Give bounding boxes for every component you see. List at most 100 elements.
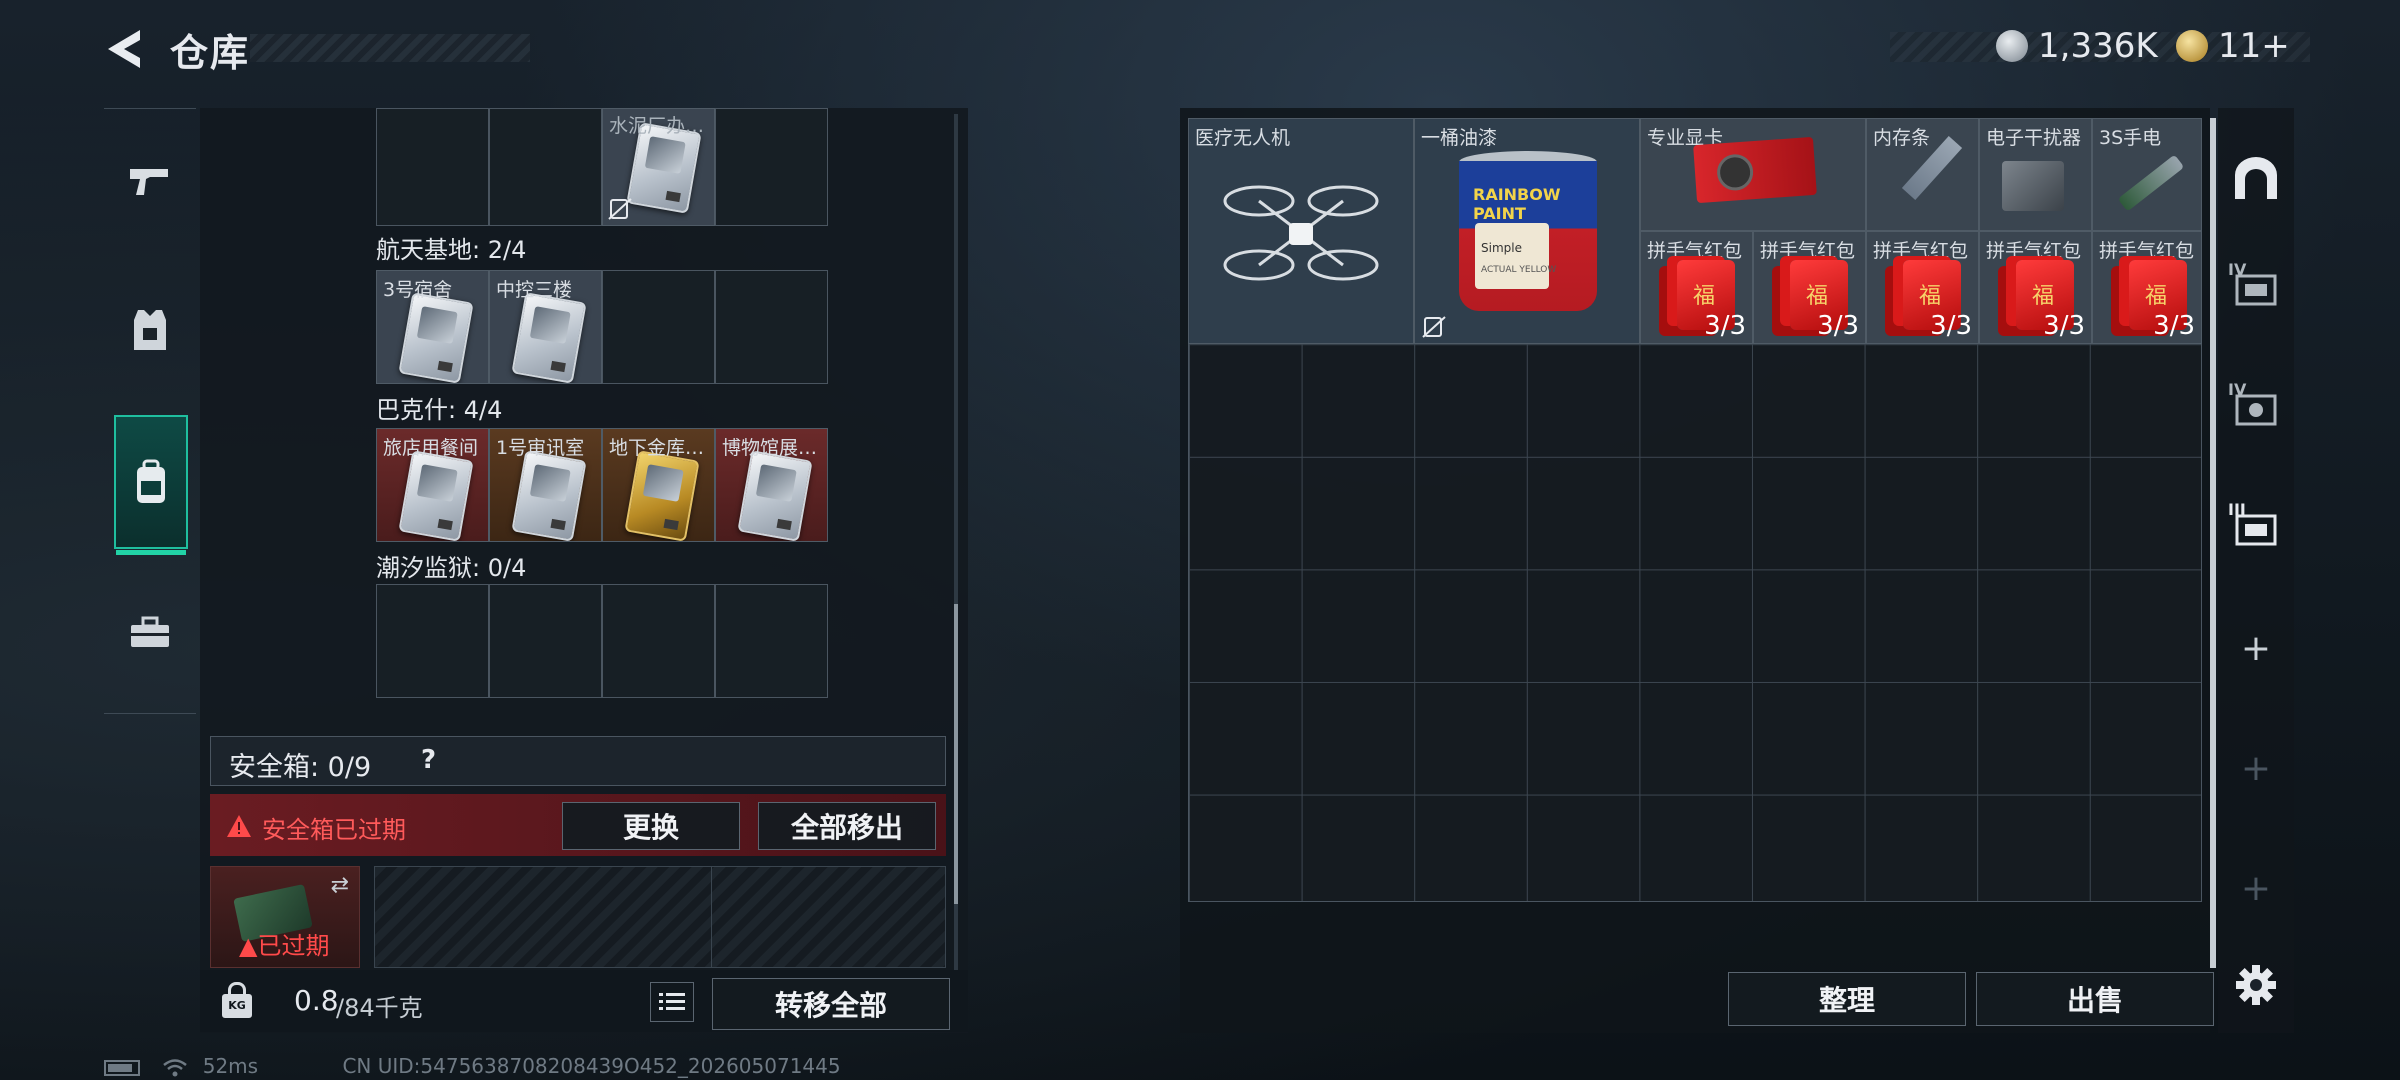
storage-item[interactable]: 拼手气红包 3/3 [1753, 231, 1866, 344]
keycard-slot [715, 584, 828, 698]
weight-max: /84千克 [336, 994, 423, 1022]
move-all-out-button[interactable]: 全部移出 [758, 802, 936, 850]
storage-item-label: 拼手气红包 [1760, 240, 1856, 262]
wifi-icon [163, 1058, 188, 1076]
storage-tab-main[interactable] [2218, 138, 2294, 218]
keycard-section-label: 航天基地: 2/4 [376, 236, 527, 264]
keycard-label: 水泥厂办… [609, 115, 705, 137]
keycard-item[interactable]: 博物馆展… [715, 428, 828, 542]
weight-lock-badge: KG [222, 994, 252, 1018]
add-storage-button[interactable]: + [2218, 618, 2294, 678]
nav-armor[interactable] [114, 265, 186, 395]
keycard-item[interactable]: 1号审讯室 [489, 428, 602, 542]
nav-toolbox[interactable] [114, 567, 186, 697]
toolbox-icon [131, 616, 169, 647]
storage-item[interactable]: 拼手气红包 3/3 [1866, 231, 1979, 344]
sort-button[interactable]: 整理 [1728, 972, 1966, 1026]
keycard-slot [602, 270, 715, 384]
status-bar: 52ms CN UID:5475638708208439O452_2026050… [104, 1054, 841, 1078]
keycard-item[interactable]: 旅店用餐间 [376, 428, 489, 542]
keycard-slot [715, 270, 828, 384]
keycard-label: 旅店用餐间 [383, 437, 479, 459]
safe-box-help-icon[interactable]: ? [421, 745, 436, 775]
keycard-slot [489, 584, 602, 698]
expired-tag-icon: ▲ [239, 932, 258, 960]
keycard-item[interactable]: 中控三楼 [489, 270, 602, 384]
storage-item[interactable]: 医疗无人机 [1188, 118, 1414, 344]
jammer-image [2002, 161, 2064, 211]
safe-box-header: 安全箱: 0/9 ? [210, 736, 946, 786]
storage-item-label: 拼手气红包 [2099, 240, 2195, 262]
keycard-label: 3号宿舍 [383, 279, 453, 301]
keycard-slot [376, 108, 489, 226]
battery-icon [104, 1059, 140, 1076]
gpu-image [1693, 136, 1817, 204]
nav-backpack[interactable] [114, 415, 188, 555]
keycard-slot [489, 108, 602, 226]
keycard-item[interactable]: 水泥厂办… [602, 108, 715, 226]
uid-text: CN UID:5475638708208439O452_202605071445 [342, 1054, 841, 1078]
nav-weapons[interactable] [114, 117, 186, 247]
list-view-button[interactable] [650, 982, 694, 1022]
storage-item-label: 3S手电 [2099, 127, 2162, 149]
storage-tab-iii-label: III [2228, 500, 2246, 519]
storage-item-count: 3/3 [1930, 311, 1972, 341]
keycard-panel: 水泥厂办… 航天基地: 2/4 3号宿舍 中控三楼 巴克什: 4/4 旅店用餐间… [200, 108, 968, 1033]
storage-item-count: 3/3 [2153, 311, 2195, 341]
storage-item[interactable]: 拼手气红包 3/3 [2092, 231, 2202, 344]
currency-gold-value[interactable]: 11+ [2218, 26, 2290, 66]
storage-item[interactable]: 内存条 [1866, 118, 1979, 231]
keycard-item[interactable]: 3号宿舍 [376, 270, 489, 384]
transfer-all-button[interactable]: 转移全部 [712, 978, 950, 1030]
keycard-label: 地下金库… [609, 437, 705, 459]
keycard-scrollbar-thumb[interactable] [954, 604, 958, 904]
latency-text: 52ms [202, 1054, 259, 1078]
storage-item[interactable]: 一桶油漆 RAINBOW PAINT Simple ACTUAL YELLOW [1414, 118, 1640, 344]
safe-box-item[interactable]: ⇄ ▲已过期 [210, 866, 360, 968]
keycard-item[interactable]: 地下金库… [602, 428, 715, 542]
storage-tab-iv-1[interactable]: IV [2218, 248, 2294, 328]
keycard-slot [602, 584, 715, 698]
safe-box-locked-area [374, 866, 946, 968]
storage-scrollbar[interactable] [2210, 118, 2216, 968]
swap-icon: ⇄ [330, 873, 349, 898]
storage-item[interactable]: 电子干扰器 [1979, 118, 2092, 231]
keycard-row-partial: 水泥厂办… [376, 108, 828, 226]
sell-button[interactable]: 出售 [1976, 972, 2214, 1026]
storage-tab-iv-2[interactable]: IV [2218, 368, 2294, 448]
pistol-icon [130, 169, 168, 195]
keycard-scrollbar[interactable] [954, 114, 958, 994]
storage-item-label: 拼手气红包 [1986, 240, 2082, 262]
keycard-section-label: 巴克什: 4/4 [376, 396, 503, 424]
back-arrow-icon [108, 30, 140, 68]
keycard-image [624, 450, 700, 541]
storage-item[interactable]: 3S手电 [2092, 118, 2202, 231]
no-trade-icon [608, 198, 632, 220]
storage-item-count: 3/3 [2043, 311, 2085, 341]
keycard-image [398, 292, 474, 383]
currency-gold-amount: 11 [2218, 26, 2262, 66]
keycard-slot [715, 108, 828, 226]
settings-button[interactable] [2218, 950, 2294, 1020]
left-nav [104, 108, 196, 714]
list-icon [659, 993, 685, 1010]
expired-tag-text: 已过期 [257, 932, 330, 960]
keycard-row: 旅店用餐间 1号审讯室 地下金库… 博物馆展… [376, 428, 828, 542]
storage-tab-iv-1-label: IV [2228, 260, 2247, 279]
vest-icon [134, 310, 166, 350]
keycard-image [737, 450, 813, 541]
storage-item-count: 3/3 [1817, 311, 1859, 341]
keycard-image [511, 450, 587, 541]
paint-label-line2: ACTUAL YELLOW [1481, 265, 1557, 275]
storage-tab-iii[interactable]: III [2218, 488, 2294, 568]
storage-item[interactable]: 专业显卡 [1640, 118, 1866, 231]
keycard-row [376, 584, 828, 698]
no-trade-icon [1422, 316, 1446, 338]
safe-box-expired-bar: 安全箱已过期 更换 全部移出 [210, 794, 946, 856]
storage-item-label: 拼手气红包 [1647, 240, 1743, 262]
storage-item[interactable]: 拼手气红包 3/3 [1979, 231, 2092, 344]
back-button[interactable] [100, 26, 148, 72]
replace-button[interactable]: 更换 [562, 802, 740, 850]
storage-item[interactable]: 拼手气红包 3/3 [1640, 231, 1753, 344]
add-storage-button-disabled: + [2240, 747, 2272, 789]
